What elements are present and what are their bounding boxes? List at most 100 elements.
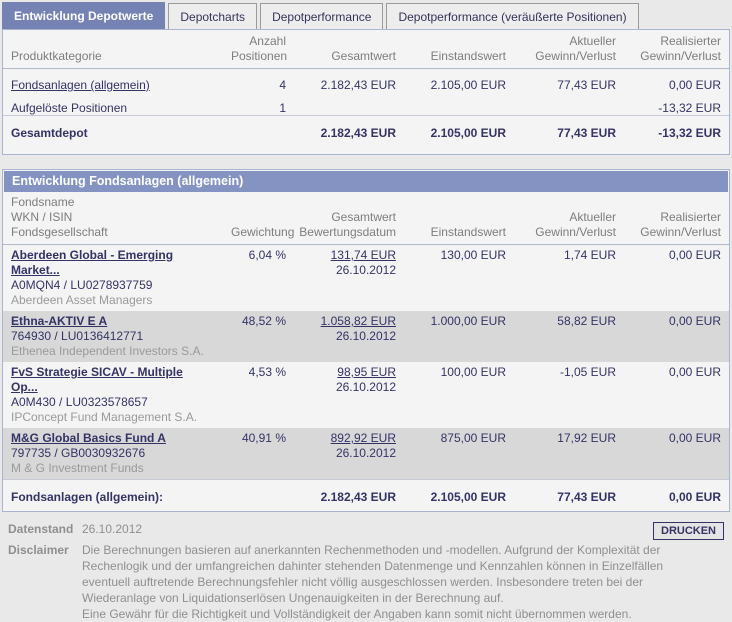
- fund-wkn-isin: A0MQN4 / LU0278937759: [11, 278, 153, 292]
- cell-gewichtung: 6,04 %: [248, 248, 286, 262]
- bewertungsdatum: 26.10.2012: [335, 446, 396, 460]
- depot-table-header-row: Produktkategorie Anzahl Positionen Gesam…: [3, 34, 729, 69]
- disclaimer-text: Die Berechnungen basieren auf anerkannte…: [82, 542, 670, 622]
- cell-total-label: Fondsanlagen (allgemein):: [3, 479, 231, 511]
- fund-wkn-isin: A0M430 / LU0323578657: [11, 395, 148, 409]
- cell-gewichtung: 4,53 %: [248, 365, 286, 379]
- cell-total-label: Gesamtdepot: [3, 115, 231, 146]
- footer: DRUCKEN Datenstand 26.10.2012 Disclaimer…: [0, 512, 732, 622]
- funds-table-header-row: Fondsname WKN / ISIN Fondsgesellschaft G…: [3, 193, 729, 245]
- header-einstandswert: Einstandswert: [396, 34, 506, 69]
- fund-name-link[interactable]: FvS Strategie SICAV - Multiple Op...: [11, 365, 201, 395]
- print-button[interactable]: DRUCKEN: [653, 522, 724, 540]
- cell-aktueller: -1,05 EUR: [559, 365, 616, 379]
- cell-aktueller: 77,43 EUR: [506, 479, 616, 511]
- header-aktueller-gewinn-verlust: Aktueller Gewinn/Verlust: [506, 34, 616, 69]
- cell-einstandswert: 2.105,00 EUR: [430, 78, 506, 92]
- cell-realisierter: 0,00 EUR: [616, 311, 729, 362]
- cell-realisierter: -13,32 EUR: [658, 101, 721, 115]
- cell-fund-identity: FvS Strategie SICAV - Multiple Op... A0M…: [3, 362, 231, 428]
- tab-bar: Entwicklung Depotwerte Depotcharts Depot…: [0, 0, 732, 29]
- cell-gesamtwert: 131,74 EUR 26.10.2012: [286, 245, 396, 312]
- datenstand-label: Datenstand: [8, 522, 74, 536]
- cell-gewichtung: [231, 479, 286, 511]
- fund-row: M&G Global Basics Fund A 797735 / GB0030…: [3, 428, 729, 480]
- fund-name-link[interactable]: Aberdeen Global - Emerging Market...: [11, 248, 201, 278]
- cell-aktueller: 77,43 EUR: [557, 78, 616, 92]
- fund-row: FvS Strategie SICAV - Multiple Op... A0M…: [3, 362, 729, 428]
- cell-gesamtwert: 2.182,43 EUR: [320, 78, 396, 92]
- fund-name-link[interactable]: M&G Global Basics Fund A: [11, 431, 166, 446]
- cell-gesamtwert: 892,92 EUR 26.10.2012: [286, 428, 396, 480]
- cell-anzahl: [231, 115, 286, 146]
- header-einstandswert: Einstandswert: [396, 193, 506, 245]
- cell-realisierter: 0,00 EUR: [616, 428, 729, 480]
- cell-aktueller: 77,43 EUR: [506, 115, 616, 146]
- header-gesamtwert: Gesamtwert: [286, 34, 396, 69]
- cell-fund-identity: Aberdeen Global - Emerging Market... A0M…: [3, 245, 231, 312]
- tab-depotcharts[interactable]: Depotcharts: [168, 3, 258, 29]
- tab-depotperformance-veraeusserte-positionen[interactable]: Depotperformance (veräußerte Positionen): [386, 3, 639, 29]
- cell-realisierter: 0,00 EUR: [668, 365, 721, 379]
- header-produktkategorie: Produktkategorie: [3, 34, 231, 69]
- cell-gesamtwert: 2.182,43 EUR: [286, 115, 396, 146]
- datenstand-row: Datenstand 26.10.2012: [8, 521, 724, 537]
- bewertungsdatum: 26.10.2012: [335, 380, 396, 394]
- header-gesamtwert-bewertungsdatum: Gesamtwert Bewertungsdatum: [286, 193, 396, 245]
- disclaimer-row: Disclaimer Die Berechnungen basieren auf…: [8, 542, 724, 622]
- cell-fund-identity: Ethna-AKTIV E A 764930 / LU0136412771 Et…: [3, 311, 231, 362]
- cell-realisierter: 0,00 EUR: [668, 248, 721, 262]
- cell-gewichtung: 48,52 %: [231, 311, 286, 362]
- disclaimer-paragraph: Die Berechnungen basieren auf anerkannte…: [82, 543, 664, 605]
- fondsanlagen-allgemein-link[interactable]: Fondsanlagen (allgemein): [11, 78, 150, 92]
- table-row: Fondsanlagen (allgemein) 4 2.182,43 EUR …: [3, 69, 729, 92]
- fund-wkn-isin: 764930 / LU0136412771: [11, 329, 144, 343]
- funds-total-row: Fondsanlagen (allgemein): 2.182,43 EUR 2…: [3, 479, 729, 511]
- datenstand-value: 26.10.2012: [82, 522, 143, 536]
- gesamtwert-link[interactable]: 1.058,82 EUR: [321, 314, 396, 328]
- bewertungsdatum: 26.10.2012: [335, 263, 396, 277]
- cell-anzahl: 4: [279, 78, 286, 92]
- cell-anzahl: 1: [279, 101, 286, 115]
- cell-gesamtwert: [286, 92, 396, 116]
- cell-einstandswert: 2.105,00 EUR: [396, 115, 506, 146]
- cell-aktueller: 1,74 EUR: [563, 248, 616, 262]
- cell-einstandswert: 2.105,00 EUR: [396, 479, 506, 511]
- cell-gesamtwert: 98,95 EUR 26.10.2012: [286, 362, 396, 428]
- header-realisierter-gewinn-verlust: Realisierter Gewinn/Verlust: [616, 34, 729, 69]
- table-row: Aufgelöste Positionen 1 -13,32 EUR: [3, 92, 729, 116]
- fund-row: Aberdeen Global - Emerging Market... A0M…: [3, 245, 729, 312]
- fund-company: IPConcept Fund Management S.A.: [11, 410, 198, 424]
- bewertungsdatum: 26.10.2012: [335, 329, 396, 343]
- cell-realisierter: -13,32 EUR: [616, 115, 729, 146]
- funds-table: Fondsname WKN / ISIN Fondsgesellschaft G…: [3, 193, 729, 511]
- disclaimer-label: Disclaimer: [8, 543, 69, 557]
- header-fondsname-wkn-isin: Fondsname WKN / ISIN Fondsgesellschaft: [3, 193, 231, 245]
- fund-row: Ethna-AKTIV E A 764930 / LU0136412771 Et…: [3, 311, 729, 362]
- cell-category: Aufgelöste Positionen: [11, 101, 128, 115]
- cell-fund-identity: M&G Global Basics Fund A 797735 / GB0030…: [3, 428, 231, 480]
- cell-category: Fondsanlagen (allgemein): [3, 69, 231, 92]
- cell-realisierter: 0,00 EUR: [616, 479, 729, 511]
- header-realisierter-gewinn-verlust: Realisierter Gewinn/Verlust: [616, 193, 729, 245]
- cell-aktueller: [506, 92, 616, 116]
- gesamtwert-link[interactable]: 131,74 EUR: [331, 248, 396, 262]
- gesamtwert-link[interactable]: 892,92 EUR: [331, 431, 396, 445]
- cell-einstandswert: 100,00 EUR: [440, 365, 506, 379]
- cell-aktueller: 58,82 EUR: [506, 311, 616, 362]
- header-anzahl-positionen: Anzahl Positionen: [231, 34, 287, 69]
- fund-company: Aberdeen Asset Managers: [11, 293, 153, 307]
- cell-einstandswert: 130,00 EUR: [440, 248, 506, 262]
- gesamtwert-link[interactable]: 98,95 EUR: [337, 365, 396, 379]
- tab-depotperformance[interactable]: Depotperformance: [260, 3, 384, 29]
- cell-einstandswert: [396, 92, 506, 116]
- depot-overview-panel: Produktkategorie Anzahl Positionen Gesam…: [2, 29, 730, 155]
- fund-name-link[interactable]: Ethna-AKTIV E A: [11, 314, 107, 329]
- header-aktueller-gewinn-verlust: Aktueller Gewinn/Verlust: [506, 193, 616, 245]
- tab-entwicklung-depotwerte[interactable]: Entwicklung Depotwerte: [2, 2, 166, 29]
- cell-aktueller: 17,92 EUR: [506, 428, 616, 480]
- header-gewichtung: Gewichtung: [231, 193, 294, 245]
- fund-company: M & G Investment Funds: [11, 461, 144, 475]
- cell-einstandswert: 875,00 EUR: [396, 428, 506, 480]
- section-title: Entwicklung Fondsanlagen (allgemein): [4, 171, 728, 192]
